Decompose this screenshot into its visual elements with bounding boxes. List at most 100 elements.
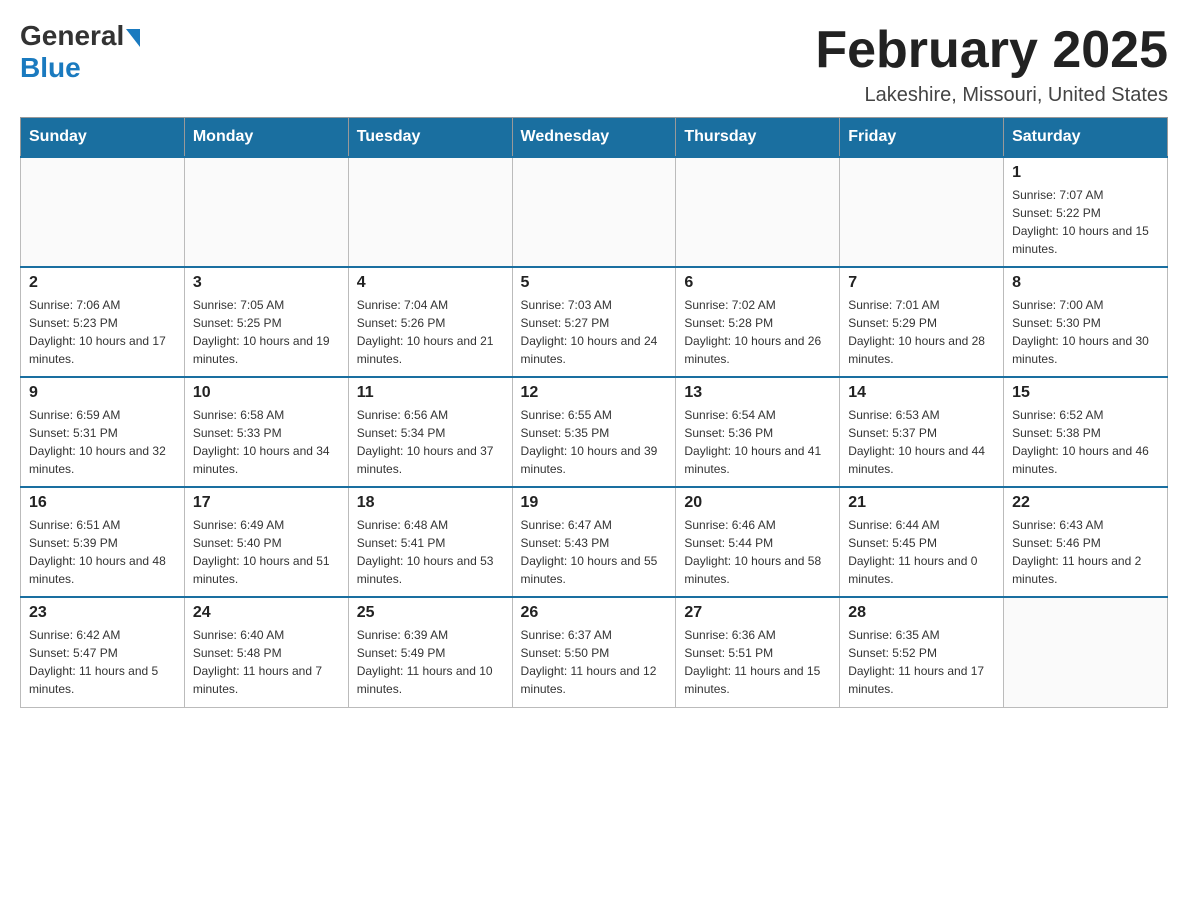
calendar-cell: 26 Sunrise: 6:37 AMSunset: 5:50 PMDayligh… — [512, 597, 676, 707]
day-number: 15 — [1012, 384, 1159, 402]
day-number: 18 — [357, 494, 504, 512]
day-sun-info: Sunrise: 6:44 AMSunset: 5:45 PMDaylight:… — [848, 516, 995, 588]
calendar-cell: 6 Sunrise: 7:02 AMSunset: 5:28 PMDaylight… — [676, 267, 840, 377]
day-sun-info: Sunrise: 6:35 AMSunset: 5:52 PMDaylight:… — [848, 626, 995, 698]
day-sun-info: Sunrise: 6:49 AMSunset: 5:40 PMDaylight:… — [193, 516, 340, 588]
day-sun-info: Sunrise: 6:54 AMSunset: 5:36 PMDaylight:… — [684, 406, 831, 478]
calendar-cell — [676, 157, 840, 267]
calendar-cell — [184, 157, 348, 267]
logo-general-text: General — [20, 20, 124, 52]
header-thursday: Thursday — [676, 118, 840, 158]
day-number: 23 — [29, 604, 176, 622]
location-subtitle: Lakeshire, Missouri, United States — [815, 84, 1168, 107]
header-tuesday: Tuesday — [348, 118, 512, 158]
calendar-cell: 13Sunrise: 6:54 AMSunset: 5:36 PMDayligh… — [676, 377, 840, 487]
day-sun-info: Sunrise: 6:36 AMSunset: 5:51 PMDaylight:… — [684, 626, 831, 698]
day-sun-info: Sunrise: 6:48 AMSunset: 5:41 PMDaylight:… — [357, 516, 504, 588]
header-sunday: Sunday — [21, 118, 185, 158]
calendar-cell: 28 Sunrise: 6:35 AMSunset: 5:52 PMDayligh… — [840, 597, 1004, 707]
calendar-week-1: 1 Sunrise: 7:07 AMSunset: 5:22 PMDaylight… — [21, 157, 1168, 267]
header-friday: Friday — [840, 118, 1004, 158]
day-sun-info: Sunrise: 6:47 AMSunset: 5:43 PMDaylight:… — [521, 516, 668, 588]
day-number: 25 — [357, 604, 504, 622]
day-number: 20 — [684, 494, 831, 512]
calendar-cell — [1004, 597, 1168, 707]
logo-arrow-icon — [126, 29, 140, 47]
page-header: General Blue February 2025 Lakeshire, Mi… — [20, 20, 1168, 107]
calendar-week-3: 9Sunrise: 6:59 AMSunset: 5:31 PMDaylight… — [21, 377, 1168, 487]
calendar-cell: 2 Sunrise: 7:06 AMSunset: 5:23 PMDaylight… — [21, 267, 185, 377]
calendar-header-row: SundayMondayTuesdayWednesdayThursdayFrid… — [21, 118, 1168, 158]
header-saturday: Saturday — [1004, 118, 1168, 158]
day-sun-info: Sunrise: 6:40 AMSunset: 5:48 PMDaylight:… — [193, 626, 340, 698]
day-number: 19 — [521, 494, 668, 512]
calendar-week-2: 2 Sunrise: 7:06 AMSunset: 5:23 PMDaylight… — [21, 267, 1168, 377]
day-number: 14 — [848, 384, 995, 402]
day-number: 1 — [1012, 164, 1159, 182]
day-sun-info: Sunrise: 6:56 AMSunset: 5:34 PMDaylight:… — [357, 406, 504, 478]
day-sun-info: Sunrise: 6:43 AMSunset: 5:46 PMDaylight:… — [1012, 516, 1159, 588]
day-sun-info: Sunrise: 6:51 AMSunset: 5:39 PMDaylight:… — [29, 516, 176, 588]
calendar-cell: 27 Sunrise: 6:36 AMSunset: 5:51 PMDayligh… — [676, 597, 840, 707]
day-number: 3 — [193, 274, 340, 292]
calendar-cell — [348, 157, 512, 267]
day-sun-info: Sunrise: 7:05 AMSunset: 5:25 PMDaylight:… — [193, 296, 340, 368]
calendar-cell: 8 Sunrise: 7:00 AMSunset: 5:30 PMDaylight… — [1004, 267, 1168, 377]
day-number: 16 — [29, 494, 176, 512]
day-number: 26 — [521, 604, 668, 622]
day-sun-info: Sunrise: 6:42 AMSunset: 5:47 PMDaylight:… — [29, 626, 176, 698]
logo: General Blue — [20, 20, 142, 84]
calendar-cell: 5 Sunrise: 7:03 AMSunset: 5:27 PMDaylight… — [512, 267, 676, 377]
day-number: 10 — [193, 384, 340, 402]
calendar-cell: 10 Sunrise: 6:58 AMSunset: 5:33 PMDayligh… — [184, 377, 348, 487]
day-sun-info: Sunrise: 6:59 AMSunset: 5:31 PMDaylight:… — [29, 406, 176, 478]
month-title: February 2025 — [815, 20, 1168, 80]
day-sun-info: Sunrise: 7:01 AMSunset: 5:29 PMDaylight:… — [848, 296, 995, 368]
calendar-cell — [512, 157, 676, 267]
day-sun-info: Sunrise: 7:04 AMSunset: 5:26 PMDaylight:… — [357, 296, 504, 368]
day-number: 21 — [848, 494, 995, 512]
day-number: 8 — [1012, 274, 1159, 292]
calendar-cell: 21 Sunrise: 6:44 AMSunset: 5:45 PMDayligh… — [840, 487, 1004, 597]
logo-blue-text: Blue — [20, 52, 81, 83]
header-wednesday: Wednesday — [512, 118, 676, 158]
day-number: 7 — [848, 274, 995, 292]
calendar-cell: 12 Sunrise: 6:55 AMSunset: 5:35 PMDayligh… — [512, 377, 676, 487]
day-sun-info: Sunrise: 7:00 AMSunset: 5:30 PMDaylight:… — [1012, 296, 1159, 368]
day-sun-info: Sunrise: 7:06 AMSunset: 5:23 PMDaylight:… — [29, 296, 176, 368]
day-number: 6 — [684, 274, 831, 292]
day-sun-info: Sunrise: 7:03 AMSunset: 5:27 PMDaylight:… — [521, 296, 668, 368]
header-monday: Monday — [184, 118, 348, 158]
day-number: 2 — [29, 274, 176, 292]
calendar-cell: 24Sunrise: 6:40 AMSunset: 5:48 PMDayligh… — [184, 597, 348, 707]
day-number: 4 — [357, 274, 504, 292]
calendar-cell: 15 Sunrise: 6:52 AMSunset: 5:38 PMDayligh… — [1004, 377, 1168, 487]
calendar-cell: 11 Sunrise: 6:56 AMSunset: 5:34 PMDayligh… — [348, 377, 512, 487]
day-number: 5 — [521, 274, 668, 292]
calendar-cell: 22 Sunrise: 6:43 AMSunset: 5:46 PMDayligh… — [1004, 487, 1168, 597]
day-sun-info: Sunrise: 6:55 AMSunset: 5:35 PMDaylight:… — [521, 406, 668, 478]
day-sun-info: Sunrise: 6:52 AMSunset: 5:38 PMDaylight:… — [1012, 406, 1159, 478]
calendar-cell: 16 Sunrise: 6:51 AMSunset: 5:39 PMDayligh… — [21, 487, 185, 597]
day-sun-info: Sunrise: 6:46 AMSunset: 5:44 PMDaylight:… — [684, 516, 831, 588]
day-number: 11 — [357, 384, 504, 402]
day-number: 27 — [684, 604, 831, 622]
calendar-cell: 9Sunrise: 6:59 AMSunset: 5:31 PMDaylight… — [21, 377, 185, 487]
day-sun-info: Sunrise: 7:07 AMSunset: 5:22 PMDaylight:… — [1012, 186, 1159, 258]
day-sun-info: Sunrise: 6:39 AMSunset: 5:49 PMDaylight:… — [357, 626, 504, 698]
calendar-cell — [21, 157, 185, 267]
calendar-cell: 4 Sunrise: 7:04 AMSunset: 5:26 PMDaylight… — [348, 267, 512, 377]
day-number: 12 — [521, 384, 668, 402]
day-sun-info: Sunrise: 6:37 AMSunset: 5:50 PMDaylight:… — [521, 626, 668, 698]
calendar-cell: 3 Sunrise: 7:05 AMSunset: 5:25 PMDaylight… — [184, 267, 348, 377]
day-sun-info: Sunrise: 6:58 AMSunset: 5:33 PMDaylight:… — [193, 406, 340, 478]
day-number: 28 — [848, 604, 995, 622]
day-number: 22 — [1012, 494, 1159, 512]
calendar-cell — [840, 157, 1004, 267]
calendar-cell: 1 Sunrise: 7:07 AMSunset: 5:22 PMDaylight… — [1004, 157, 1168, 267]
calendar-cell: 23 Sunrise: 6:42 AMSunset: 5:47 PMDayligh… — [21, 597, 185, 707]
day-sun-info: Sunrise: 7:02 AMSunset: 5:28 PMDaylight:… — [684, 296, 831, 368]
calendar-cell: 25 Sunrise: 6:39 AMSunset: 5:49 PMDayligh… — [348, 597, 512, 707]
calendar-cell: 14Sunrise: 6:53 AMSunset: 5:37 PMDayligh… — [840, 377, 1004, 487]
title-area: February 2025 Lakeshire, Missouri, Unite… — [815, 20, 1168, 107]
